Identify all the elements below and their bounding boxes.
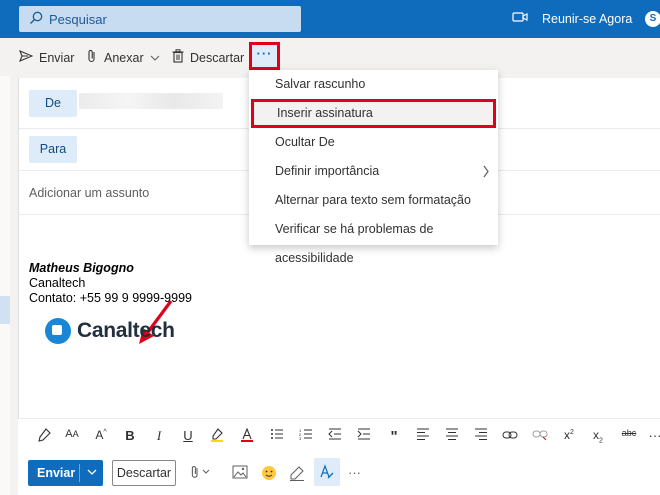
superscript-icon[interactable]: x2 <box>560 428 578 442</box>
video-camera-icon <box>512 11 528 26</box>
paperclip-icon[interactable] <box>190 465 212 482</box>
to-button[interactable]: Para <box>29 136 77 163</box>
folder-pane-edge <box>0 76 10 495</box>
send-button[interactable]: Enviar <box>28 460 103 486</box>
canaltech-logo-text: Canaltech <box>77 319 175 342</box>
numbering-icon[interactable]: 123 <box>297 428 315 443</box>
meet-now-button[interactable]: Reunir-se Agora <box>512 11 632 26</box>
top-bar: Pesquisar Reunir-se Agora S <box>0 0 660 38</box>
align-right-icon[interactable] <box>472 428 490 443</box>
menu-item-accessibility-check[interactable]: Verificar se há problemas de acessibilid… <box>249 215 498 265</box>
quote-icon[interactable]: " <box>385 428 403 445</box>
font-color-icon[interactable] <box>238 427 256 445</box>
insert-picture-icon[interactable] <box>232 465 248 482</box>
canaltech-logo-mark-icon <box>45 318 71 344</box>
subscript-icon[interactable]: x2 <box>589 428 607 444</box>
from-address-blurred <box>79 93 223 109</box>
menu-item-hide-from[interactable]: Ocultar De <box>249 128 498 157</box>
compose-actions: Enviar Descartar ··· <box>18 452 660 495</box>
attach-command-label: Anexar <box>104 50 144 65</box>
highlight-icon[interactable] <box>208 428 226 445</box>
discard-button[interactable]: Descartar <box>112 460 176 486</box>
trash-icon <box>172 49 184 66</box>
svg-text:3: 3 <box>299 436 302 440</box>
from-button[interactable]: De <box>29 90 77 117</box>
format-toolbar: AA A^ B I U 123 " x2 x2 abc ··· <box>18 418 660 452</box>
signature-block[interactable]: Matheus Bigogno Canaltech Contato: +55 9… <box>29 261 192 306</box>
signature-contact: Contato: +55 99 9 9999-9999 <box>29 291 192 305</box>
search-box[interactable]: Pesquisar <box>19 6 301 32</box>
attach-command[interactable]: Anexar <box>86 49 160 66</box>
folder-pane-selection <box>0 296 10 324</box>
signature-name: Matheus Bigogno <box>29 261 134 275</box>
italic-icon[interactable]: I <box>150 428 168 444</box>
underline-icon[interactable]: U <box>179 428 197 443</box>
menu-item-set-importance-label: Definir importância <box>275 164 380 178</box>
more-formatting-icon[interactable]: ··· <box>646 428 660 443</box>
emoji-icon[interactable] <box>261 465 277 484</box>
menu-item-save-draft[interactable]: Salvar rascunho <box>249 70 498 99</box>
send-button-label: Enviar <box>37 466 76 480</box>
search-icon <box>29 11 43 30</box>
chevron-down-icon <box>150 51 160 65</box>
paintbrush-icon[interactable] <box>35 428 53 445</box>
outdent-icon[interactable] <box>326 428 344 443</box>
chevron-down-icon[interactable] <box>86 464 98 483</box>
bold-icon[interactable]: B <box>121 428 139 443</box>
unlink-icon[interactable] <box>531 428 549 443</box>
align-center-icon[interactable] <box>443 428 461 443</box>
discard-command-label: Descartar <box>190 50 245 65</box>
font-size-icon[interactable]: AA <box>63 428 81 440</box>
menu-item-insert-signature[interactable]: Inserir assinatura <box>251 99 496 128</box>
skype-icon[interactable]: S <box>645 11 660 27</box>
link-icon[interactable] <box>501 428 519 443</box>
signature-company: Canaltech <box>29 276 86 290</box>
search-input-placeholder[interactable]: Pesquisar <box>49 12 107 27</box>
bullets-icon[interactable] <box>268 428 286 443</box>
more-actions-icon[interactable]: ··· <box>348 465 361 480</box>
meet-now-label: Reunir-se Agora <box>542 11 633 26</box>
paperclip-icon <box>86 49 98 66</box>
send-split-divider <box>79 464 80 482</box>
more-options-menu: Salvar rascunho Inserir assinatura Ocult… <box>249 70 498 265</box>
more-options-button[interactable]: ··· <box>249 42 280 70</box>
format-text-icon[interactable] <box>314 458 340 486</box>
canaltech-logo: Canaltech <box>45 318 175 344</box>
font-grow-icon[interactable]: A^ <box>92 428 110 442</box>
strikethrough-icon[interactable]: abc <box>618 428 640 438</box>
indent-icon[interactable] <box>355 428 373 443</box>
menu-item-plain-text[interactable]: Alternar para texto sem formatação <box>249 186 498 215</box>
align-left-icon[interactable] <box>414 428 432 443</box>
subject-input-placeholder[interactable]: Adicionar um assunto <box>29 186 149 200</box>
signature-pen-icon[interactable] <box>289 465 305 484</box>
send-icon <box>19 49 34 66</box>
menu-item-set-importance[interactable]: Definir importância <box>249 157 498 186</box>
send-command[interactable]: Enviar <box>19 49 74 66</box>
discard-command[interactable]: Descartar <box>172 49 244 66</box>
send-command-label: Enviar <box>39 50 75 65</box>
